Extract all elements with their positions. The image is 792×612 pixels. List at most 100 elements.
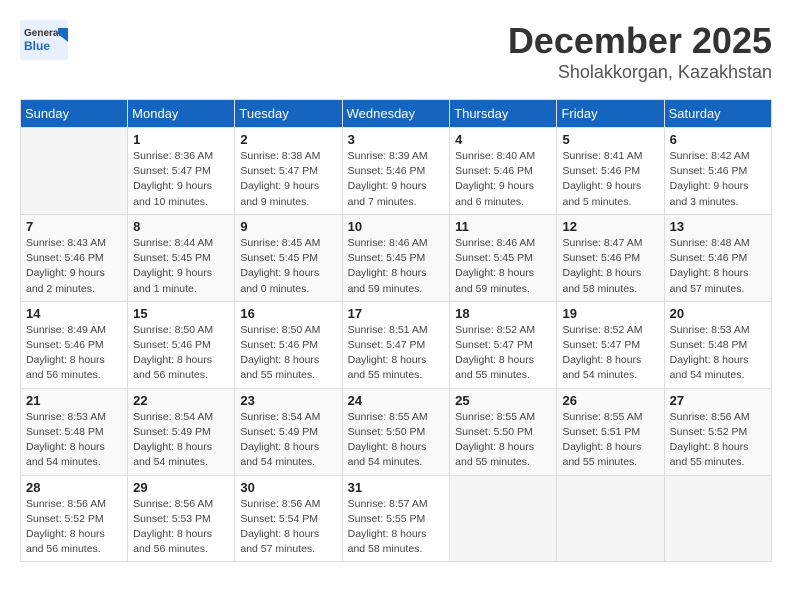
day-detail: Sunrise: 8:50 AM Sunset: 5:46 PM Dayligh…: [133, 323, 229, 384]
day-detail: Sunrise: 8:53 AM Sunset: 5:48 PM Dayligh…: [26, 410, 122, 471]
day-cell: 10 Sunrise: 8:46 AM Sunset: 5:45 PM Dayli…: [342, 214, 450, 301]
day-number: 12: [562, 219, 658, 234]
day-detail: Sunrise: 8:52 AM Sunset: 5:47 PM Dayligh…: [562, 323, 658, 384]
day-detail: Sunrise: 8:46 AM Sunset: 5:45 PM Dayligh…: [455, 236, 551, 297]
day-number: 22: [133, 393, 229, 408]
day-detail: Sunrise: 8:45 AM Sunset: 5:45 PM Dayligh…: [240, 236, 336, 297]
day-number: 30: [240, 480, 336, 495]
location-title: Sholakkorgan, Kazakhstan: [508, 62, 772, 83]
weekday-saturday: Saturday: [664, 100, 771, 128]
day-cell: 2 Sunrise: 8:38 AM Sunset: 5:47 PM Daylig…: [235, 128, 342, 215]
day-detail: Sunrise: 8:56 AM Sunset: 5:52 PM Dayligh…: [26, 497, 122, 558]
weekday-wednesday: Wednesday: [342, 100, 450, 128]
day-cell: 24 Sunrise: 8:55 AM Sunset: 5:50 PM Dayli…: [342, 388, 450, 475]
day-number: 16: [240, 306, 336, 321]
day-cell: 31Sunrise: 8:57 AM Sunset: 5:55 PM Dayli…: [342, 475, 450, 562]
day-cell: 27 Sunrise: 8:56 AM Sunset: 5:52 PM Dayli…: [664, 388, 771, 475]
day-cell: 4 Sunrise: 8:40 AM Sunset: 5:46 PM Daylig…: [450, 128, 557, 215]
calendar-body: 1 Sunrise: 8:36 AM Sunset: 5:47 PM Daylig…: [21, 128, 772, 562]
day-number: 27: [670, 393, 766, 408]
day-number: 24: [348, 393, 445, 408]
day-detail: Sunrise: 8:51 AM Sunset: 5:47 PM Dayligh…: [348, 323, 445, 384]
day-cell: 18 Sunrise: 8:52 AM Sunset: 5:47 PM Dayli…: [450, 301, 557, 388]
day-cell: 22 Sunrise: 8:54 AM Sunset: 5:49 PM Dayli…: [128, 388, 235, 475]
day-detail: Sunrise: 8:55 AM Sunset: 5:50 PM Dayligh…: [348, 410, 445, 471]
day-detail: Sunrise: 8:39 AM Sunset: 5:46 PM Dayligh…: [348, 149, 445, 210]
day-detail: Sunrise: 8:52 AM Sunset: 5:47 PM Dayligh…: [455, 323, 551, 384]
day-number: 28: [26, 480, 122, 495]
day-detail: Sunrise: 8:55 AM Sunset: 5:51 PM Dayligh…: [562, 410, 658, 471]
svg-text:Blue: Blue: [24, 39, 50, 53]
week-row-1: 1 Sunrise: 8:36 AM Sunset: 5:47 PM Daylig…: [21, 128, 772, 215]
day-detail: Sunrise: 8:55 AM Sunset: 5:50 PM Dayligh…: [455, 410, 551, 471]
svg-text:General: General: [24, 28, 61, 39]
day-cell: 20Sunrise: 8:53 AM Sunset: 5:48 PM Dayli…: [664, 301, 771, 388]
day-number: 8: [133, 219, 229, 234]
day-cell: 13 Sunrise: 8:48 AM Sunset: 5:46 PM Dayli…: [664, 214, 771, 301]
week-row-3: 14 Sunrise: 8:49 AM Sunset: 5:46 PM Dayli…: [21, 301, 772, 388]
weekday-tuesday: Tuesday: [235, 100, 342, 128]
day-number: 11: [455, 219, 551, 234]
day-number: 15: [133, 306, 229, 321]
day-cell: 28 Sunrise: 8:56 AM Sunset: 5:52 PM Dayli…: [21, 475, 128, 562]
day-detail: Sunrise: 8:36 AM Sunset: 5:47 PM Dayligh…: [133, 149, 229, 210]
day-number: 23: [240, 393, 336, 408]
day-detail: Sunrise: 8:56 AM Sunset: 5:54 PM Dayligh…: [240, 497, 336, 558]
page-header: General Blue December 2025 Sholakkorgan,…: [20, 20, 772, 83]
day-detail: Sunrise: 8:56 AM Sunset: 5:52 PM Dayligh…: [670, 410, 766, 471]
day-cell: 8 Sunrise: 8:44 AM Sunset: 5:45 PM Daylig…: [128, 214, 235, 301]
week-row-5: 28 Sunrise: 8:56 AM Sunset: 5:52 PM Dayli…: [21, 475, 772, 562]
weekday-monday: Monday: [128, 100, 235, 128]
day-cell: 6Sunrise: 8:42 AM Sunset: 5:46 PM Daylig…: [664, 128, 771, 215]
day-number: 25: [455, 393, 551, 408]
day-cell: 14 Sunrise: 8:49 AM Sunset: 5:46 PM Dayli…: [21, 301, 128, 388]
weekday-thursday: Thursday: [450, 100, 557, 128]
weekday-sunday: Sunday: [21, 100, 128, 128]
day-number: 21: [26, 393, 122, 408]
day-detail: Sunrise: 8:41 AM Sunset: 5:46 PM Dayligh…: [562, 149, 658, 210]
day-cell: 11 Sunrise: 8:46 AM Sunset: 5:45 PM Dayli…: [450, 214, 557, 301]
logo: General Blue: [20, 20, 68, 60]
day-detail: Sunrise: 8:47 AM Sunset: 5:46 PM Dayligh…: [562, 236, 658, 297]
day-number: 1: [133, 132, 229, 147]
day-detail: Sunrise: 8:54 AM Sunset: 5:49 PM Dayligh…: [240, 410, 336, 471]
day-detail: Sunrise: 8:42 AM Sunset: 5:46 PM Dayligh…: [670, 149, 766, 210]
day-detail: Sunrise: 8:53 AM Sunset: 5:48 PM Dayligh…: [670, 323, 766, 384]
day-number: 10: [348, 219, 445, 234]
week-row-2: 7Sunrise: 8:43 AM Sunset: 5:46 PM Daylig…: [21, 214, 772, 301]
day-cell: [450, 475, 557, 562]
day-number: 9: [240, 219, 336, 234]
day-number: 31: [348, 480, 445, 495]
day-cell: [21, 128, 128, 215]
day-cell: 30 Sunrise: 8:56 AM Sunset: 5:54 PM Dayli…: [235, 475, 342, 562]
day-number: 3: [348, 132, 445, 147]
day-cell: 3 Sunrise: 8:39 AM Sunset: 5:46 PM Daylig…: [342, 128, 450, 215]
day-number: 14: [26, 306, 122, 321]
weekday-friday: Friday: [557, 100, 664, 128]
day-detail: Sunrise: 8:49 AM Sunset: 5:46 PM Dayligh…: [26, 323, 122, 384]
day-detail: Sunrise: 8:40 AM Sunset: 5:46 PM Dayligh…: [455, 149, 551, 210]
day-detail: Sunrise: 8:46 AM Sunset: 5:45 PM Dayligh…: [348, 236, 445, 297]
day-cell: 5Sunrise: 8:41 AM Sunset: 5:46 PM Daylig…: [557, 128, 664, 215]
day-cell: 9 Sunrise: 8:45 AM Sunset: 5:45 PM Daylig…: [235, 214, 342, 301]
day-number: 29: [133, 480, 229, 495]
day-detail: Sunrise: 8:44 AM Sunset: 5:45 PM Dayligh…: [133, 236, 229, 297]
day-detail: Sunrise: 8:54 AM Sunset: 5:49 PM Dayligh…: [133, 410, 229, 471]
calendar-table: SundayMondayTuesdayWednesdayThursdayFrid…: [20, 99, 772, 562]
day-number: 13: [670, 219, 766, 234]
day-number: 18: [455, 306, 551, 321]
day-number: 4: [455, 132, 551, 147]
day-number: 26: [562, 393, 658, 408]
day-number: 2: [240, 132, 336, 147]
day-cell: 15 Sunrise: 8:50 AM Sunset: 5:46 PM Dayli…: [128, 301, 235, 388]
day-detail: Sunrise: 8:48 AM Sunset: 5:46 PM Dayligh…: [670, 236, 766, 297]
day-number: 17: [348, 306, 445, 321]
day-cell: 1 Sunrise: 8:36 AM Sunset: 5:47 PM Daylig…: [128, 128, 235, 215]
day-cell: 23 Sunrise: 8:54 AM Sunset: 5:49 PM Dayli…: [235, 388, 342, 475]
title-area: December 2025 Sholakkorgan, Kazakhstan: [508, 20, 772, 83]
day-detail: Sunrise: 8:38 AM Sunset: 5:47 PM Dayligh…: [240, 149, 336, 210]
month-title: December 2025: [508, 20, 772, 62]
day-cell: 17 Sunrise: 8:51 AM Sunset: 5:47 PM Dayli…: [342, 301, 450, 388]
logo-icon: General Blue: [20, 20, 68, 60]
day-cell: 19Sunrise: 8:52 AM Sunset: 5:47 PM Dayli…: [557, 301, 664, 388]
